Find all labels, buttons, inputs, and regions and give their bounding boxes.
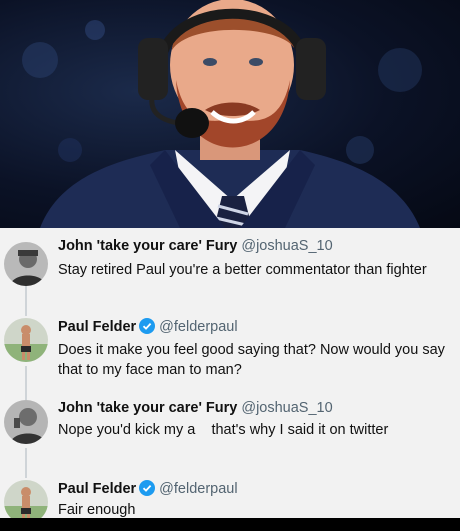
tweet[interactable]: Paul Felder @felderpaul Does it make you … (0, 312, 460, 382)
user-avatar-icon[interactable] (4, 242, 48, 286)
tweet-text: Does it make you feel good saying that? … (58, 342, 445, 378)
verified-badge-icon (139, 318, 156, 338)
tweet-text: Stay retired Paul you're a better commen… (58, 262, 427, 278)
display-name[interactable]: John 'take your care' Fury (58, 238, 237, 254)
display-name[interactable]: Paul Felder (58, 319, 136, 335)
tweet-text: Fair enough (58, 502, 136, 518)
verified-badge-icon (139, 480, 156, 500)
display-name[interactable]: Paul Felder (58, 481, 136, 497)
user-avatar-icon[interactable] (4, 318, 48, 362)
hero-image (0, 0, 460, 228)
user-avatar-icon[interactable] (4, 400, 48, 444)
tweet[interactable]: John 'take your care' Fury @joshuaS_10 No… (0, 394, 460, 454)
user-handle[interactable]: @felderpaul (159, 319, 237, 335)
tweet[interactable]: John 'take your care' Fury @joshuaS_10 St… (0, 232, 460, 292)
display-name[interactable]: John 'take your care' Fury (58, 400, 237, 416)
user-handle[interactable]: @joshuaS_10 (241, 400, 332, 416)
commentator-photo (22, 0, 422, 228)
tweet[interactable]: Paul Felder @felderpaul Fair enough (0, 474, 460, 524)
tweet-text: Nope you'd kick my a that's why I said i… (58, 422, 389, 438)
user-handle[interactable]: @felderpaul (159, 481, 237, 497)
bottom-border (0, 518, 460, 531)
user-handle[interactable]: @joshuaS_10 (241, 238, 332, 254)
